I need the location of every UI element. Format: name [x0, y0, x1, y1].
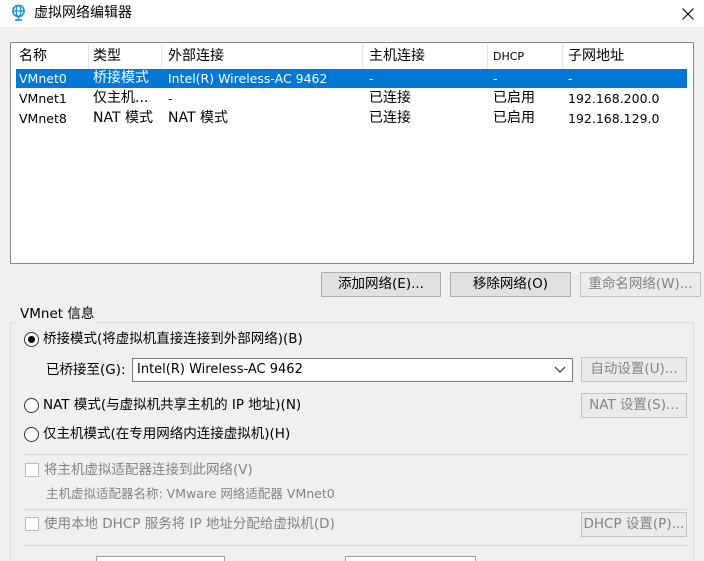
cell-external: Intel(R) Wireless-AC 9462 — [168, 71, 328, 86]
cell-subnet: 192.168.200.0 — [568, 91, 660, 106]
hostonly-label[interactable]: 仅主机模式(在专用网络内连接虚拟机)(H) — [43, 425, 290, 443]
cell-subnet: 192.168.129.0 — [568, 111, 660, 126]
cell-dhcp: - — [493, 71, 498, 86]
radio-selected-dot — [28, 336, 35, 343]
table-row[interactable]: VMnet1 仅主机... - 已连接 已启用 192.168.200.0 — [16, 89, 687, 108]
bridged-to-select[interactable]: Intel(R) Wireless-AC 9462 — [132, 358, 573, 382]
cell-name: VMnet1 — [19, 91, 67, 106]
subnet-mask-field[interactable] — [345, 556, 476, 561]
column-divider[interactable] — [562, 44, 563, 69]
dhcp-label[interactable]: 使用本地 DHCP 服务将 IP 地址分配给虚拟机(D) — [44, 515, 335, 533]
dhcp-checkbox[interactable] — [25, 517, 39, 531]
column-header-host[interactable]: 主机连接 — [369, 44, 425, 69]
cell-subnet: - — [568, 71, 573, 86]
rename-network-button[interactable]: 重命名网络(W)... — [580, 272, 701, 297]
column-divider[interactable] — [88, 44, 89, 69]
cell-type: NAT 模式 — [93, 110, 153, 126]
network-list[interactable]: 名称 类型 外部连接 主机连接 DHCP 子网地址 VMnet0 桥接模式 In… — [10, 42, 694, 264]
divider — [23, 509, 687, 510]
adapter-name-text: 主机虚拟适配器名称: VMware 网络适配器 VMnet0 — [46, 486, 335, 501]
cell-host: - — [369, 71, 374, 86]
group-title: VMnet 信息 — [18, 305, 97, 323]
connect-adapter-checkbox[interactable] — [25, 463, 39, 477]
remove-network-button[interactable]: 移除网络(O) — [450, 272, 571, 297]
window-title: 虚拟网络编辑器 — [34, 5, 132, 21]
nat-settings-button[interactable]: NAT 设置(S)... — [581, 393, 687, 418]
add-network-button[interactable]: 添加网络(E)... — [321, 272, 441, 297]
chevron-down-icon — [554, 366, 566, 373]
cell-dhcp: 已启用 — [493, 90, 535, 106]
bridged-to-value: Intel(R) Wireless-AC 9462 — [137, 362, 303, 377]
close-icon — [682, 7, 694, 20]
cell-external: NAT 模式 — [168, 110, 228, 126]
nat-radio[interactable] — [24, 398, 39, 413]
subnet-ip-field[interactable] — [96, 556, 225, 561]
cell-host: 已连接 — [369, 90, 411, 106]
column-divider[interactable] — [362, 44, 363, 69]
table-row[interactable]: VMnet8 NAT 模式 NAT 模式 已连接 已启用 192.168.129… — [16, 109, 687, 128]
divider — [23, 454, 687, 455]
column-header-subnet[interactable]: 子网地址 — [568, 44, 624, 69]
bridged-to-label: 已桥接至(G): — [46, 362, 126, 378]
hostonly-radio[interactable] — [24, 427, 39, 442]
column-header-name[interactable]: 名称 — [19, 44, 47, 69]
bridged-radio[interactable] — [24, 332, 39, 347]
table-row[interactable]: VMnet0 桥接模式 Intel(R) Wireless-AC 9462 - … — [16, 69, 687, 88]
close-button[interactable] — [672, 0, 704, 27]
cell-dhcp: 已启用 — [493, 110, 535, 126]
nat-label[interactable]: NAT 模式(与虚拟机共享主机的 IP 地址)(N) — [43, 396, 301, 414]
cell-host: 已连接 — [369, 110, 411, 126]
column-header-type[interactable]: 类型 — [93, 44, 121, 69]
cell-name: VMnet8 — [19, 111, 67, 126]
column-divider[interactable] — [487, 44, 488, 69]
auto-settings-button[interactable]: 自动设置(U)... — [581, 357, 687, 382]
cell-name: VMnet0 — [19, 71, 67, 86]
bridged-label[interactable]: 桥接模式(将虚拟机直接连接到外部网络)(B) — [43, 330, 303, 348]
network-globe-icon — [10, 4, 27, 21]
column-header-external[interactable]: 外部连接 — [168, 44, 224, 69]
connect-adapter-label[interactable]: 将主机虚拟适配器连接到此网络(V) — [44, 461, 253, 479]
column-header-dhcp[interactable]: DHCP — [493, 44, 524, 69]
divider — [23, 545, 687, 546]
cell-external: - — [168, 91, 173, 106]
cell-type: 桥接模式 — [93, 70, 149, 86]
dhcp-settings-button[interactable]: DHCP 设置(P)... — [581, 512, 687, 537]
cell-type: 仅主机... — [93, 90, 149, 106]
column-divider[interactable] — [161, 44, 162, 69]
